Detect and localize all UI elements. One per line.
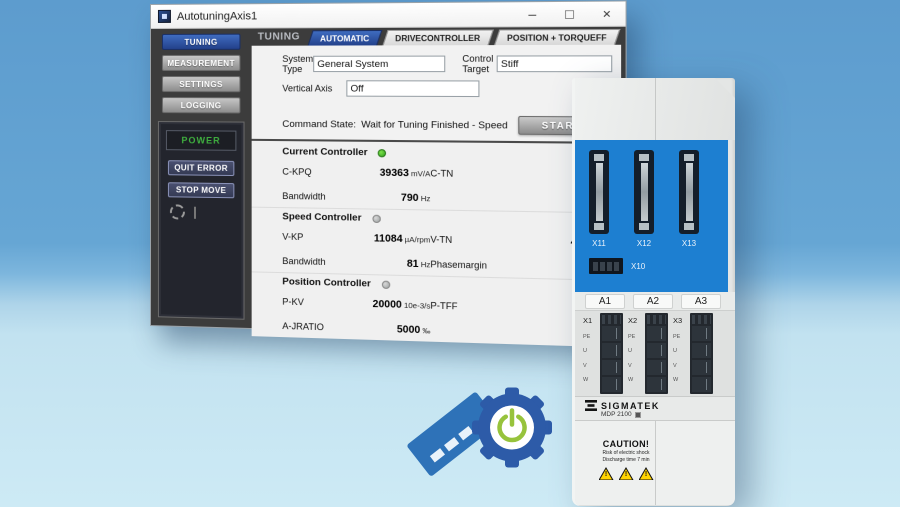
sidebar-item-settings[interactable]: SETTINGS [162, 76, 241, 92]
axis-a1-label: A1 [585, 294, 625, 309]
sidebar-item-tuning[interactable]: TUNING [162, 34, 241, 50]
controller-parameters: Current Controller C-KPQ 39363mV/A C-TN … [252, 139, 621, 348]
connector-x10-label: X10 [631, 262, 645, 271]
device-connector-panel: X11 X12 X13 X10 [575, 140, 728, 292]
module-gear-power-graphic [392, 378, 567, 486]
sidebar-item-logging[interactable]: LOGGING [162, 97, 241, 113]
terminal-block [645, 313, 668, 394]
studio-background: AutotuningAxis1 – □ × TUNING MEASUREMENT… [0, 0, 900, 507]
caution-line-2: Discharge time 7 min [587, 457, 665, 463]
stop-move-button[interactable]: STOP MOVE [168, 182, 234, 198]
close-button[interactable]: × [588, 2, 626, 25]
branding-strip: SIGMATEK MDP 2100 [575, 396, 735, 421]
command-state-value: Wait for Tuning Finished - Speed [361, 119, 508, 131]
power-indicator[interactable]: POWER [166, 130, 236, 151]
autotuning-window: AutotuningAxis1 – □ × TUNING MEASUREMENT… [150, 0, 627, 340]
terminal-block [600, 313, 623, 394]
drive-control-panel: POWER QUIT ERROR STOP MOVE [158, 121, 245, 320]
sidebar-item-measurement[interactable]: MEASUREMENT [162, 55, 241, 71]
command-state-label: Command State: [282, 118, 356, 130]
sigmatek-logo-icon [585, 400, 597, 411]
spinner-progress-bar [194, 206, 196, 218]
device-top-housing [575, 78, 735, 140]
caution-line-1: Risk of electric shock [587, 450, 665, 456]
speed-controller-heading: Speed Controller [282, 211, 361, 224]
qr-chip-icon [635, 412, 641, 418]
system-type-label: System Type [282, 54, 313, 74]
sidebar: TUNING MEASUREMENT SETTINGS LOGGING POWE… [151, 29, 252, 318]
connector-x11 [589, 150, 609, 234]
brand-name: SIGMATEK [601, 401, 660, 411]
titlebar[interactable]: AutotuningAxis1 – □ × [151, 1, 626, 29]
tab-drivecontroller[interactable]: DRIVECONTROLLER [382, 29, 493, 45]
tab-automatic[interactable]: AUTOMATIC [307, 30, 382, 46]
terminal-x2: X2 PE U V W [628, 313, 668, 394]
control-target-label: Control Target [462, 53, 496, 74]
warning-triangle-icon: ! [619, 467, 634, 480]
minimize-button[interactable]: – [514, 3, 551, 26]
tab-position-torqueff[interactable]: POSITION + TORQUEFF [494, 29, 621, 45]
terminal-x1: X1 PE U V W [583, 313, 623, 394]
quit-error-button[interactable]: QUIT ERROR [168, 160, 234, 176]
axis-label-strip: A1 A2 A3 [575, 292, 735, 311]
current-controller-led [378, 149, 386, 157]
main-panel: TUNING AUTOMATIC DRIVECONTROLLER POSITIO… [252, 27, 621, 329]
axis-a2-label: A2 [633, 294, 673, 309]
axis-a3-label: A3 [681, 294, 721, 309]
sigmatek-drive-module: X11 X12 X13 X10 [572, 78, 735, 506]
terminal-x3: X3 PE U V W [673, 313, 713, 394]
caution-title: CAUTION! [587, 439, 665, 449]
model-number: MDP 2100 [601, 411, 632, 418]
control-target-input[interactable] [497, 55, 613, 72]
warning-triangle-icon: ! [639, 467, 654, 480]
gear-icon [472, 388, 552, 468]
connector-x13 [679, 150, 699, 234]
motor-terminal-section: X1 PE U V W X2 PE U V [575, 311, 735, 396]
maximize-button[interactable]: □ [551, 2, 588, 25]
speed-controller-led [372, 214, 380, 222]
connector-x12 [634, 150, 654, 234]
connector-x10 [589, 258, 623, 274]
terminal-block [690, 313, 713, 394]
system-type-input[interactable] [313, 56, 445, 73]
connector-x12-label: X12 [637, 239, 651, 248]
connector-x11-label: X11 [592, 239, 606, 248]
device-bottom-housing: CAUTION! Risk of electric shock Discharg… [575, 421, 735, 505]
vertical-axis-input[interactable] [346, 80, 479, 97]
vertical-axis-label: Vertical Axis [282, 83, 346, 93]
current-controller-heading: Current Controller [282, 146, 367, 158]
page-title: TUNING [258, 31, 300, 42]
app-icon [158, 10, 171, 23]
position-controller-heading: Position Controller [282, 276, 371, 289]
warning-triangle-icon: ! [599, 467, 614, 480]
tuning-form: System Type Control Target Vertical Axis [252, 45, 621, 106]
caution-label: CAUTION! Risk of electric shock Discharg… [587, 439, 665, 480]
busy-spinner-icon [170, 204, 185, 219]
window-title: AutotuningAxis1 [177, 10, 257, 23]
connector-x13-label: X13 [682, 239, 696, 248]
position-controller-led [381, 280, 389, 288]
